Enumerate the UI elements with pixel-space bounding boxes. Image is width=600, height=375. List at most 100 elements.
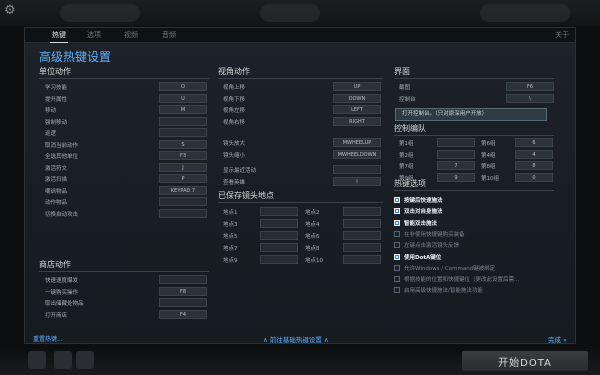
hotkey-label: 切换自动攻击: [45, 211, 79, 218]
hotkey-binding-button[interactable]: [159, 208, 207, 218]
control-group-binding[interactable]: 8: [515, 161, 553, 170]
control-group-label: 第1组: [399, 141, 414, 147]
control-group-binding[interactable]: [437, 149, 475, 159]
hotkey-option-label: 智能双击施法: [404, 220, 438, 227]
divider: [218, 202, 383, 203]
hotkey-binding-button[interactable]: F6: [506, 82, 554, 91]
hotkey-label: 动作物品: [45, 200, 68, 206]
hotkey-binding-button[interactable]: P: [159, 174, 207, 183]
hotkey-binding-button[interactable]: \: [506, 93, 554, 103]
reset-hotkeys-link[interactable]: 重置热键...: [33, 334, 63, 343]
basic-hotkeys-link[interactable]: ∧ 前往基础热键设置 ∧: [263, 334, 329, 344]
checkbox[interactable]: [394, 208, 400, 215]
divider: [394, 135, 554, 136]
hotkey-binding-button[interactable]: M: [159, 105, 207, 114]
hotkey-option-checkbox[interactable]: 在非使用快捷键购买装备: [394, 230, 465, 238]
hotkey-option-label: 允许Windows / Command键被绑定: [404, 265, 496, 272]
tab-audio[interactable]: 音频: [162, 30, 176, 40]
divider: [39, 78, 209, 79]
checkbox[interactable]: [394, 230, 400, 237]
hotkey-label: 激活扫描: [45, 177, 68, 183]
saved-location-binding[interactable]: [260, 207, 298, 216]
hotkey-option-checkbox[interactable]: 启用高级快捷施法/智能施法功能: [394, 286, 483, 294]
checkbox[interactable]: [394, 242, 400, 249]
hotkey-option-label: 双击对自身施法: [404, 209, 443, 216]
tab-video[interactable]: 视频: [124, 30, 138, 40]
hotkey-binding-button[interactable]: [159, 116, 207, 126]
hotkey-option-checkbox[interactable]: 按键后快速施法: [394, 196, 443, 204]
hotkey-binding-button[interactable]: F8: [159, 286, 207, 296]
hotkey-binding-button[interactable]: MWHEELDOWN: [333, 149, 381, 159]
hotkey-option-checkbox[interactable]: 左键点击激活镜头反馈: [394, 241, 459, 249]
control-group-binding[interactable]: [437, 138, 475, 147]
hotkey-binding-button[interactable]: [159, 275, 207, 284]
tab-hotkeys[interactable]: 热键: [50, 30, 68, 43]
hotkey-label: 打开商店: [45, 312, 68, 319]
hotkey-binding-button[interactable]: U: [159, 93, 207, 103]
control-group-binding[interactable]: 4: [515, 149, 553, 159]
hotkey-label: 视角右移: [223, 119, 246, 126]
saved-location-binding[interactable]: [343, 243, 381, 252]
hotkey-binding-button[interactable]: RIGHT: [333, 116, 381, 126]
divider: [394, 190, 554, 191]
about-link[interactable]: 关于: [555, 30, 569, 40]
tab-options[interactable]: 选项: [87, 30, 101, 40]
hotkey-option-checkbox[interactable]: 使用DotA键位: [394, 253, 441, 261]
hotkey-label: 学习技能: [45, 85, 68, 91]
hotkey-binding-button[interactable]: I: [333, 176, 381, 186]
hotkey-binding-button[interactable]: KEYPAD 7: [159, 185, 207, 195]
section-heading-interface: 界面: [394, 67, 410, 76]
hotkey-binding-button[interactable]: MWHEELUP: [333, 138, 381, 147]
checkbox[interactable]: [394, 197, 400, 203]
control-group-label: 第4组: [481, 152, 496, 159]
saved-location-binding[interactable]: [343, 207, 381, 216]
hotkey-binding-button[interactable]: J: [159, 162, 207, 172]
hotkey-option-checkbox[interactable]: 双击对自身施法: [394, 207, 443, 215]
saved-location-label: 地点2: [305, 210, 320, 216]
hotkey-binding-button[interactable]: UP: [333, 82, 381, 91]
done-button[interactable]: 完成 »: [548, 334, 567, 344]
hotkey-binding-button[interactable]: [159, 197, 207, 206]
saved-location-binding[interactable]: [260, 243, 298, 252]
hotkey-binding-button[interactable]: [159, 298, 207, 307]
hotkey-binding-button[interactable]: [159, 128, 207, 137]
checkbox[interactable]: [394, 276, 400, 283]
saved-location-binding[interactable]: [260, 231, 298, 240]
control-group-binding[interactable]: 6: [515, 138, 553, 147]
hotkey-binding-button[interactable]: LEFT: [333, 105, 381, 114]
checkbox[interactable]: [394, 253, 400, 260]
section-heading-saved-locations: 已保存镜头地点: [218, 191, 274, 200]
hotkey-binding-button[interactable]: DOWN: [333, 93, 381, 103]
checkbox[interactable]: [394, 264, 400, 271]
hotkey-option-checkbox[interactable]: 根据技能的位置和快捷键位（更改此设置后需...: [394, 275, 519, 283]
hotkey-label: 显示最近活动: [223, 168, 257, 174]
saved-location-binding[interactable]: [343, 219, 381, 228]
control-group-binding[interactable]: 9: [437, 172, 475, 182]
saved-location-label: 地点1: [223, 210, 238, 216]
control-group-binding[interactable]: 0: [515, 172, 553, 182]
hotkey-label: 视角左移: [223, 108, 246, 114]
section-heading-unit: 单位动作: [39, 67, 71, 76]
hotkey-label: 巡逻: [45, 131, 57, 137]
divider: [394, 78, 554, 79]
checkbox[interactable]: [394, 287, 400, 294]
hotkey-binding-button[interactable]: F3: [159, 151, 207, 160]
control-group-binding[interactable]: 7: [437, 161, 475, 170]
play-dota-button[interactable]: 开始DOTA: [462, 351, 588, 371]
hotkey-label: 取消当前动作: [45, 142, 79, 149]
hotkey-option-checkbox[interactable]: 智能双击施法: [394, 219, 437, 227]
saved-location-binding[interactable]: [343, 231, 381, 240]
hotkey-binding-button[interactable]: O: [159, 82, 207, 91]
saved-location-binding[interactable]: [343, 255, 381, 264]
saved-location-binding[interactable]: [260, 219, 298, 228]
saved-location-label: 地点5: [223, 234, 238, 240]
checkbox[interactable]: [394, 219, 400, 226]
double-chevron-right-icon: »: [560, 336, 567, 344]
gear-icon: ⚙: [4, 3, 16, 18]
hotkey-binding-button[interactable]: [333, 165, 381, 174]
hotkey-option-checkbox[interactable]: 允许Windows / Command键被绑定: [394, 264, 495, 272]
hotkey-binding-button[interactable]: F4: [159, 309, 207, 319]
saved-location-label: 地点3: [223, 222, 238, 228]
saved-location-binding[interactable]: [260, 255, 298, 264]
hotkey-binding-button[interactable]: S: [159, 139, 207, 149]
